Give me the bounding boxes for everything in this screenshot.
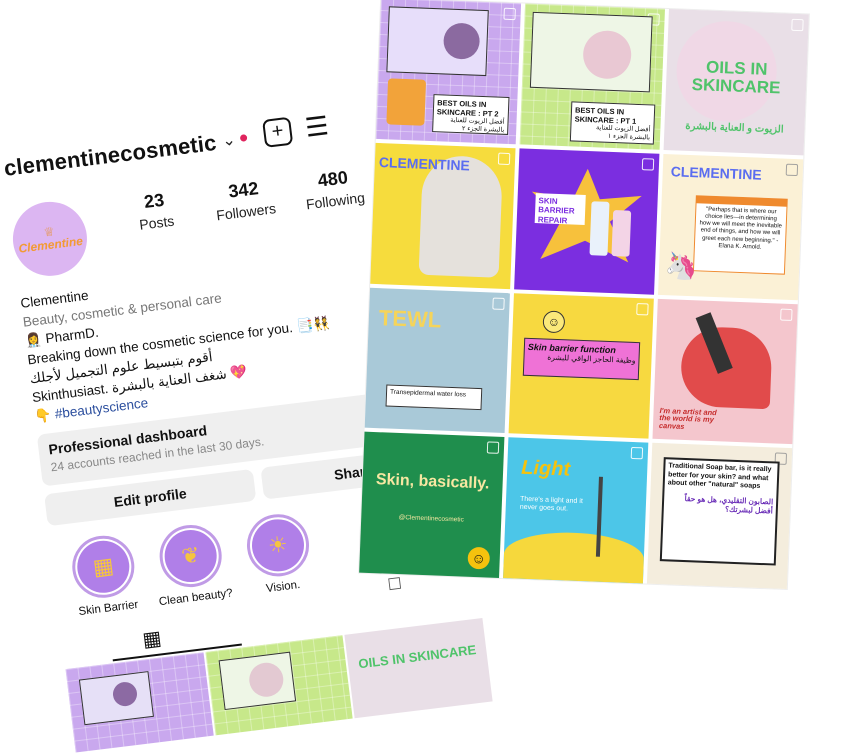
followers-stat[interactable]: 342 Followers bbox=[198, 174, 292, 225]
post-subcaption: أفضل الزيوت للعناية بالبشرة الجزء ١ bbox=[595, 124, 651, 142]
post-subcaption: There's a light and it never goes out. bbox=[519, 495, 583, 513]
highlight-ring: ☀ bbox=[243, 510, 313, 580]
bulb-icon: ☀ bbox=[249, 516, 307, 575]
post-skin-barrier-repair[interactable]: SKIN BARRIER REPAIR bbox=[514, 148, 660, 295]
chevron-down-icon[interactable]: ⌄ bbox=[221, 130, 237, 151]
unicorn-icon: 🦄 bbox=[664, 249, 699, 282]
following-stat[interactable]: 480 Following bbox=[287, 164, 381, 215]
caption-card: BEST OILS IN SKINCARE : PT 1 أفضل الزيوت… bbox=[569, 101, 656, 145]
post-caption: Traditional Soap bar, is it really bette… bbox=[667, 462, 772, 490]
grid-icon[interactable]: ▦ bbox=[141, 625, 163, 652]
post-caption: SKIN BARRIER REPAIR bbox=[537, 195, 575, 226]
posts-stat[interactable]: 23 Posts bbox=[108, 185, 202, 236]
highlight-ring: ❦ bbox=[156, 521, 226, 591]
caption-card: BEST OILS IN SKINCARE : PT 2 أفضل الزيوت… bbox=[432, 94, 510, 135]
multi-post-icon bbox=[780, 308, 793, 321]
caption-card: Traditional Soap bar, is it really bette… bbox=[659, 457, 780, 566]
leaf-icon: ❦ bbox=[161, 527, 220, 586]
avatar[interactable]: ♕ Clementine bbox=[8, 197, 92, 281]
username[interactable]: clementinecosmetic bbox=[3, 130, 218, 182]
create-post-icon[interactable]: + bbox=[262, 116, 294, 148]
highlight-vision[interactable]: ☀ Vision. bbox=[235, 510, 324, 598]
highlight-label: Vision. bbox=[265, 578, 301, 596]
post-subcaption: "Perhaps that is where our choice lies—i… bbox=[699, 206, 783, 251]
post-caption: OILS IN SKINCARE bbox=[691, 57, 781, 98]
post-oils-in-skincare[interactable]: OILS IN SKINCARE الزيوت و العناية بالبشر… bbox=[663, 9, 809, 156]
highlight-ring: ▦ bbox=[68, 532, 138, 602]
avatar-logo-text: Clementine bbox=[17, 233, 84, 256]
post-subcaption: الزيوت و العناية بالبشرة bbox=[685, 120, 784, 136]
caption-card: Transepidermal water loss bbox=[385, 383, 483, 410]
post-skin-barrier-function[interactable]: ☺ Skin barrier function وظيفة الحاجز الو… bbox=[508, 292, 654, 439]
highlight-clean-beauty[interactable]: ❦ Clean beauty? bbox=[147, 520, 236, 608]
bottle-shape bbox=[386, 78, 427, 126]
multi-post-icon bbox=[791, 18, 804, 32]
yellow-wave-shape bbox=[503, 530, 645, 584]
post-caption: TEWL bbox=[378, 304, 442, 333]
post-caption: CLEMENTINE bbox=[670, 162, 763, 183]
tagged-icon[interactable]: ☐ bbox=[386, 574, 403, 596]
menu-icon[interactable]: ☰ bbox=[304, 110, 331, 143]
notification-dot bbox=[239, 134, 248, 142]
post-best-oils-pt2[interactable]: BEST OILS IN SKINCARE : PT 2 أفضل الزيوت… bbox=[375, 0, 522, 145]
post-subcaption: الصابون التقليدي، هل هو حقاً أفضل لبشرتك… bbox=[684, 494, 774, 516]
smiley-icon: ☺ bbox=[467, 546, 491, 570]
multi-post-icon bbox=[636, 302, 649, 315]
post-quote[interactable]: CLEMENTINE "Perhaps that is where our ch… bbox=[658, 153, 804, 300]
product-tube bbox=[611, 209, 632, 257]
multi-post-icon bbox=[641, 157, 655, 171]
feed-grid: BEST OILS IN SKINCARE : PT 2 أفضل الزيوت… bbox=[359, 0, 809, 590]
caption-card: Skin barrier function وظيفة الحاجز الواق… bbox=[522, 337, 641, 380]
post-subcaption: @Clementinecosmetic bbox=[398, 514, 464, 524]
post-caption: Skin, basically. bbox=[375, 471, 490, 493]
brick-icon: ▦ bbox=[74, 537, 133, 596]
post-subcaption: أفضل الزيوت للعناية بالبشرة الجزء ٢ bbox=[450, 116, 505, 134]
multi-post-icon bbox=[497, 152, 511, 165]
highlight-skin-barrier[interactable]: ▦ Skin Barrier bbox=[60, 531, 149, 619]
post-traditional-soap[interactable]: Traditional Soap bar, is it really bette… bbox=[646, 442, 793, 590]
post-caption: BEST OILS IN SKINCARE : PT 1 bbox=[574, 105, 637, 126]
mini-caption: OILS IN SKINCARE bbox=[357, 642, 477, 672]
post-caption: BEST OILS IN SKINCARE : PT 2 bbox=[436, 98, 499, 119]
product-tube bbox=[589, 200, 610, 256]
post-best-oils-pt1[interactable]: BEST OILS IN SKINCARE : PT 1 أفضل الزيوت… bbox=[519, 3, 665, 150]
multi-post-icon bbox=[630, 447, 644, 460]
post-subcaption: Transepidermal water loss bbox=[389, 388, 467, 399]
highlight-label: Skin Barrier bbox=[77, 598, 139, 619]
caption-card: SKIN BARRIER REPAIR bbox=[534, 192, 586, 226]
quote-card: "Perhaps that is where our choice lies—i… bbox=[692, 194, 788, 275]
post-clementine-statue[interactable]: CLEMENTINE bbox=[370, 142, 516, 289]
post-tewl[interactable]: TEWL Transepidermal water loss bbox=[364, 287, 510, 434]
mini-post-2[interactable] bbox=[205, 635, 354, 742]
mini-post-3[interactable]: OILS IN SKINCARE bbox=[344, 617, 494, 725]
post-light[interactable]: Light There's a light and it never goes … bbox=[503, 437, 649, 584]
post-caption: CLEMENTINE bbox=[378, 153, 471, 174]
mini-post-1[interactable] bbox=[65, 652, 215, 756]
post-artist-canvas[interactable]: I'm an artist and the world is my canvas bbox=[652, 298, 798, 445]
multi-post-icon bbox=[492, 297, 505, 310]
smiley-icon: ☺ bbox=[542, 309, 566, 333]
highlight-label: Clean beauty? bbox=[158, 587, 234, 609]
post-caption: I'm an artist and the world is my canvas bbox=[658, 405, 717, 432]
multi-post-icon bbox=[503, 7, 516, 21]
multi-post-icon bbox=[486, 441, 500, 455]
post-skin-basically[interactable]: Skin, basically. @Clementinecosmetic ☺ bbox=[359, 431, 505, 578]
multi-post-icon bbox=[785, 163, 799, 176]
post-caption: Light bbox=[520, 456, 571, 481]
